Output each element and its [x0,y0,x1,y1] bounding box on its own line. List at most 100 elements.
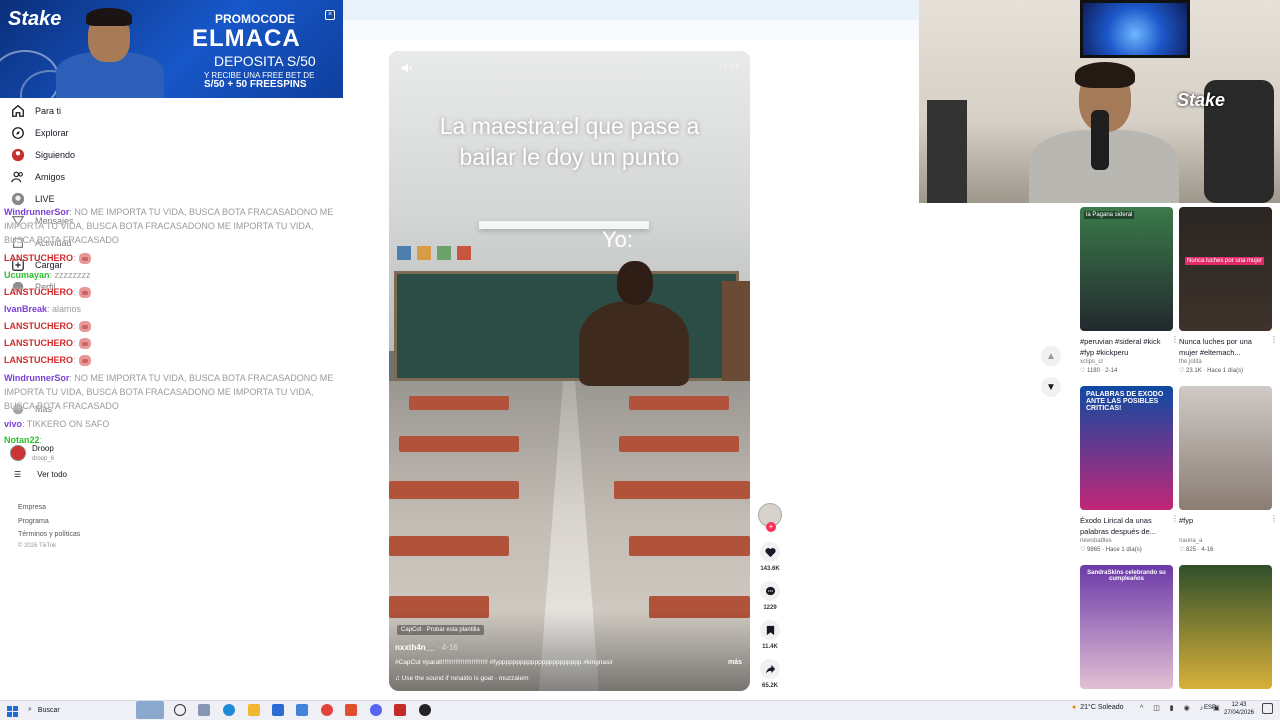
thumbnail-text: la Pagana sideral [1084,211,1135,219]
previous-video-button[interactable]: ▲ [1041,346,1061,366]
volume-icon[interactable] [401,61,413,73]
video-player[interactable]: La maestra:el que pase a bailar le doy u… [389,51,750,691]
chat-username: Notan22 [4,435,40,445]
folder-icon[interactable] [248,704,260,716]
chat-username: IvanBreak [4,304,48,314]
following-username: droop_6 [32,456,55,462]
recommended-video[interactable]: la Pagana sideral #peruvian #sideral #ki… [1080,207,1179,374]
sidebar-item-siguiendo[interactable]: Siguiendo [10,145,75,165]
chat-username: LANSTUCHERO [4,338,73,348]
sidebar-item-label: Amigos [35,172,66,182]
video-title: #fyp [1179,516,1194,525]
chat-message: Notan22: [4,433,344,447]
chat-text: : [73,253,76,263]
video-thumbnail[interactable] [1179,565,1272,689]
video-thumbnail[interactable]: la Pagana sideral [1080,207,1173,331]
dancer-figure [579,261,689,386]
chrome-icon[interactable] [321,704,333,716]
footer-terms[interactable]: Términos y políticas [18,531,80,538]
video-author[interactable]: the.jotita [1179,359,1272,365]
video-caption-yo: Yo: [602,227,634,252]
video-author[interactable]: nauna_a [1179,538,1272,544]
follow-plus-icon[interactable]: + [766,522,776,532]
recommended-video[interactable]: #fyp nauna_a ♡ 825 · 4-16 ⋮ [1179,386,1278,553]
more-options-icon[interactable]: ⋮ [1171,335,1179,344]
video-date: · 4-16 [436,643,458,652]
sidebar-item-para-ti[interactable]: Para ti [10,101,61,121]
home-icon [10,103,26,119]
promo-banner[interactable]: Stake PROMOCODE ELMACA DEPOSITA S/50 Y R… [0,0,343,98]
recorder-icon[interactable] [394,704,406,716]
video-author[interactable]: newsbattles [1080,538,1173,544]
more-options-icon[interactable]: ⋮ [1171,514,1179,523]
next-video-button[interactable]: ▼ [1041,377,1061,397]
video-title: Éxodo Lirical da unas palabras después d… [1080,516,1156,536]
chat-message: IvanBreak: alamos [4,302,344,316]
video-thumbnail[interactable] [1179,386,1272,510]
microphone [1091,110,1109,170]
language-indicator[interactable]: ESP [1204,705,1216,711]
chat-username: WindrunnerSor [4,207,70,217]
chat-text: : zzzzzzzz [49,270,91,280]
chevron-up-icon: ▲ [1046,350,1056,362]
like-action[interactable]: 143.6K [759,542,781,572]
pig-emote-icon [78,355,91,367]
taskbar-search[interactable]: ⌕ Buscar [28,703,128,717]
thumbnail-text: Nunca luches por una mujer [1185,257,1265,265]
recommended-video[interactable] [1179,565,1272,689]
chevron-down-icon: ▼ [1046,381,1056,393]
see-all-button[interactable]: ☰ Ver todo [14,470,67,479]
more-link[interactable]: más [728,659,742,666]
notifications-icon[interactable] [1262,703,1273,714]
sidebar-item-label: Explorar [35,128,69,138]
promo-freespins: S/50 + 50 FREESPINS [204,79,307,90]
brave-icon[interactable] [345,704,357,716]
thumbnail-text: PALABRAS DE EXODO ANTE LAS POSIBLES CRIT… [1086,391,1164,412]
more-options-icon[interactable]: ⋮ [1270,514,1278,523]
share-icon[interactable] [760,659,780,679]
more-options-icon[interactable]: ⋮ [1270,335,1278,344]
more-options-icon[interactable]: ··· [723,58,740,72]
video-author[interactable]: xclips_cl [1080,359,1173,365]
video-thumbnail[interactable]: Nunca luches por una mujer [1179,207,1272,331]
chat-text: : [73,287,76,297]
creator-avatar[interactable]: + [758,503,782,532]
save-action[interactable]: 11.4K [759,620,781,650]
search-placeholder: Buscar [37,706,60,714]
recommended-video[interactable]: PALABRAS DE EXODO ANTE LAS POSIBLES CRIT… [1080,386,1179,553]
task-view-icon[interactable] [174,704,186,716]
weather-widget[interactable]: ● 21°C Soleado [1072,704,1124,711]
share-action[interactable]: 65.2K [759,659,781,689]
store-icon[interactable] [272,704,284,716]
discord-icon[interactable] [370,704,382,716]
sidebar-item-label: LIVE [35,194,55,204]
video-thumbnail[interactable]: SandraSkins celebrando su cumpleaños [1080,565,1173,689]
clock[interactable]: 12:43 27/04/2026 [1222,701,1256,717]
sidebar-item-amigos[interactable]: Amigos [10,167,65,187]
comment-action[interactable]: 1229 [759,581,781,611]
edge-icon[interactable] [223,704,235,716]
video-stats: ♡ 23.1K · Hace 1 día(s) [1179,368,1244,374]
bookmark-icon[interactable] [760,620,780,640]
chat-message: LANSTUCHERO: [4,353,344,367]
footer-empresa[interactable]: Empresa [18,504,46,511]
obs-icon[interactable] [419,704,431,716]
sidebar-item-explorar[interactable]: Explorar [10,123,69,143]
video-author[interactable]: nxxth4n__ · 4-16 [395,643,458,652]
footer-programa[interactable]: Programa [18,518,49,525]
comment-icon[interactable] [760,581,780,601]
taskbar-widget-icon[interactable] [136,701,164,719]
video-thumbnail[interactable]: PALABRAS DE EXODO ANTE LAS POSIBLES CRIT… [1080,386,1173,510]
recommended-video[interactable]: Nunca luches por una mujer Nunca luches … [1179,207,1278,374]
close-icon[interactable]: × [325,10,335,20]
heart-icon[interactable] [760,542,780,562]
windows-start-icon[interactable] [7,704,18,717]
mail-icon[interactable] [296,704,308,716]
desktop-icon[interactable] [198,704,210,716]
capcut-template-link[interactable]: CapCut · Probar esta plantilla [397,625,484,635]
pig-emote-icon [78,321,91,333]
chat-message: WindrunnerSor: NO ME IMPORTA TU VIDA, BU… [4,371,344,413]
recommended-video[interactable]: SandraSkins celebrando su cumpleaños [1080,565,1173,689]
video-sound[interactable]: ♫ Use the sound if ronaldo is goat - muz… [395,675,529,682]
list-icon: ☰ [14,470,22,479]
